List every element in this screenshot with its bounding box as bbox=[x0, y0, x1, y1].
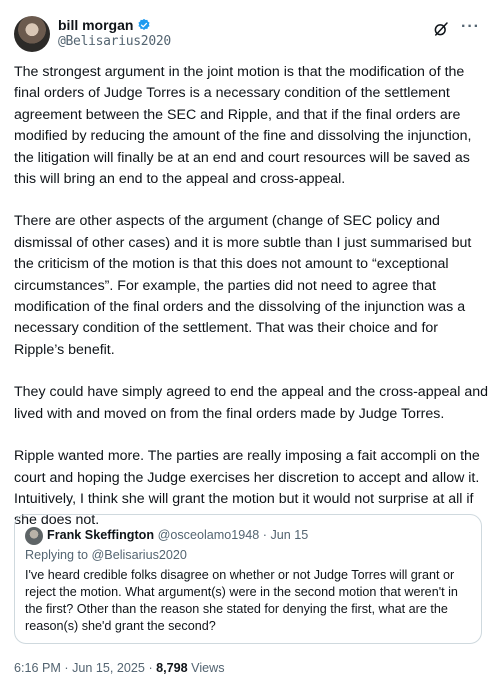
views-label: Views bbox=[191, 661, 225, 675]
quote-text: I've heard credible folks disagree on wh… bbox=[25, 568, 458, 633]
tweet-paragraph: They could have simply agreed to end the… bbox=[14, 384, 489, 422]
footer-separator: · bbox=[148, 661, 153, 675]
author-handle[interactable]: @Belisarius2020 bbox=[58, 34, 171, 49]
quote-author-row: Frank Skeffington @osceolamo1948 · Jun 1… bbox=[47, 528, 308, 542]
quote-separator: · bbox=[262, 528, 267, 542]
quoted-tweet[interactable]: Frank Skeffington @osceolamo1948 · Jun 1… bbox=[14, 514, 482, 644]
tweet-paragraph: There are other aspects of the argument … bbox=[14, 213, 472, 358]
grok-icon[interactable] bbox=[432, 20, 450, 38]
quote-author-name: Frank Skeffington bbox=[47, 528, 155, 542]
more-icon[interactable]: ··· bbox=[461, 18, 480, 36]
views-count: 8,798 bbox=[156, 661, 188, 675]
post-time[interactable]: 6:16 PM bbox=[14, 661, 61, 675]
quote-author-handle: @osceolamo1948 bbox=[157, 528, 260, 542]
tweet-header: bill morgan @Belisarius2020 ··· bbox=[14, 14, 484, 54]
footer-separator: · bbox=[64, 661, 69, 675]
tweet-footer: 6:16 PM · Jun 15, 2025 · 8,798 Views bbox=[14, 661, 225, 675]
tweet-paragraph: The strongest argument in the joint moti… bbox=[14, 64, 472, 188]
post-date[interactable]: Jun 15, 2025 bbox=[72, 661, 145, 675]
avatar[interactable] bbox=[14, 16, 50, 52]
author-name[interactable]: bill morgan bbox=[58, 17, 133, 33]
tweet-body: The strongest argument in the joint moti… bbox=[14, 62, 490, 553]
quote-reply-line: Replying to @Belisarius2020 bbox=[25, 548, 187, 562]
author-name-row: bill morgan bbox=[58, 17, 151, 33]
reply-prefix: Replying to bbox=[25, 548, 89, 562]
verified-badge-icon bbox=[138, 18, 150, 30]
reply-mention[interactable]: @Belisarius2020 bbox=[92, 548, 187, 562]
quote-date: Jun 15 bbox=[270, 528, 309, 542]
quote-avatar bbox=[25, 527, 43, 545]
